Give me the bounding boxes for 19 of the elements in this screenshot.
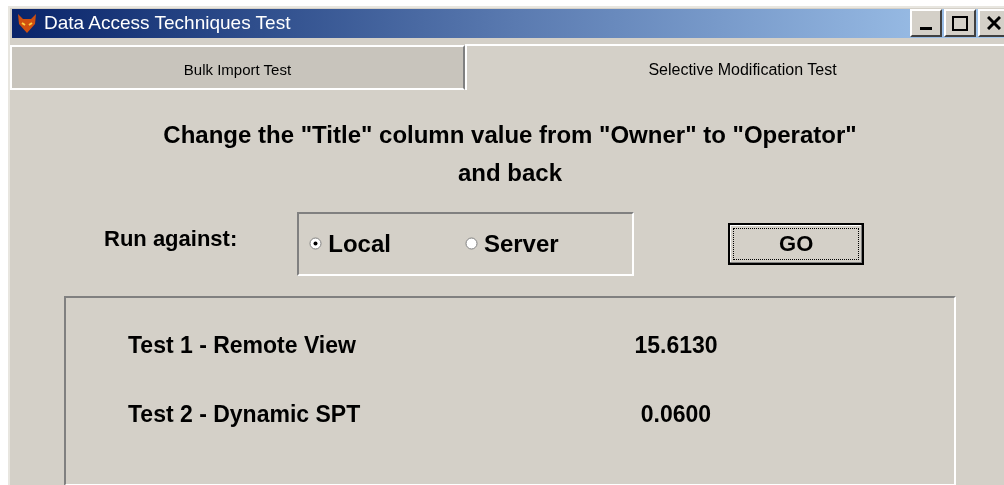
window-title: Data Access Techniques Test (44, 11, 291, 35)
go-button[interactable]: GO (728, 222, 865, 265)
test-time: 15.6130 (633, 330, 719, 360)
tab[interactable]: Selective Modification Test (465, 43, 1004, 90)
radio-option[interactable]: Local (309, 225, 391, 262)
heading: Change the "Title" column value from "Owner" to "Operator" and back (162, 119, 858, 188)
close-button[interactable] (978, 9, 1004, 38)
tab[interactable]: Bulk Import Test (10, 44, 465, 90)
fox-icon (16, 12, 38, 35)
test-name: Test 1 - Remote View (128, 330, 357, 360)
close-icon (987, 16, 1001, 31)
test-name: Test 2 - Dynamic SPT (128, 400, 362, 429)
run-against-label: Run against: (104, 224, 238, 253)
minimize-icon (920, 27, 932, 31)
maximize-icon (952, 15, 968, 31)
maximize-button[interactable] (944, 9, 976, 38)
minimize-button[interactable] (910, 9, 942, 38)
test-time: 0.0600 (639, 400, 713, 429)
radio-option[interactable]: Server (464, 225, 559, 262)
